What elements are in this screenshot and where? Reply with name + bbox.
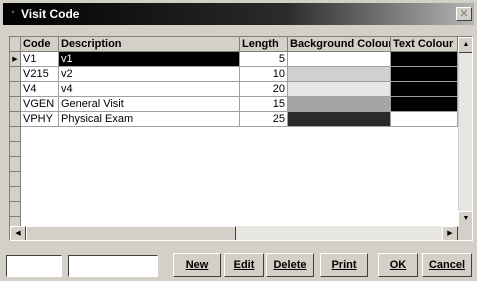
input-field-1[interactable] bbox=[6, 255, 62, 277]
cell-text-colour[interactable] bbox=[391, 82, 458, 97]
row-indicator[interactable] bbox=[10, 187, 21, 202]
col-header-code[interactable]: Code bbox=[21, 37, 59, 52]
cancel-button[interactable]: Cancel bbox=[422, 253, 472, 277]
cell-description[interactable]: Physical Exam bbox=[59, 112, 240, 127]
col-header-text-colour[interactable]: Text Colour bbox=[391, 37, 458, 52]
table-row[interactable]: VGEN General Visit 15 bbox=[10, 97, 458, 112]
table-row[interactable]: ▶ V1 v1 5 bbox=[10, 52, 458, 67]
cell-length[interactable]: 5 bbox=[240, 52, 288, 67]
ok-button[interactable]: OK bbox=[378, 253, 418, 277]
right-arrow-icon: ▶ bbox=[447, 230, 453, 237]
grid-header: Code Description Length Background Colou… bbox=[10, 37, 458, 52]
cell-text-colour[interactable] bbox=[391, 52, 458, 67]
cell-code[interactable]: VPHY bbox=[21, 112, 59, 127]
table-row[interactable]: VPHY Physical Exam 25 bbox=[10, 112, 458, 127]
cell-code[interactable]: VGEN bbox=[21, 97, 59, 112]
row-indicator[interactable] bbox=[10, 202, 21, 217]
cell-description[interactable]: v4 bbox=[59, 82, 240, 97]
horizontal-scrollbar[interactable]: ◀ ▶ bbox=[10, 226, 458, 240]
cell-length[interactable]: 25 bbox=[240, 112, 288, 127]
cell-length[interactable]: 10 bbox=[240, 67, 288, 82]
cell-background-colour[interactable] bbox=[288, 112, 391, 127]
empty-row[interactable] bbox=[10, 202, 458, 217]
cell-text-colour[interactable] bbox=[391, 97, 458, 112]
table-row[interactable]: V4 v4 20 bbox=[10, 82, 458, 97]
col-header-length[interactable]: Length bbox=[240, 37, 288, 52]
row-indicator[interactable] bbox=[10, 172, 21, 187]
input-field-2[interactable] bbox=[68, 255, 158, 277]
delete-button[interactable]: Delete bbox=[266, 253, 314, 277]
cell-description[interactable]: General Visit bbox=[59, 97, 240, 112]
close-icon: ✕ bbox=[459, 8, 469, 20]
close-button[interactable]: ✕ bbox=[456, 7, 472, 21]
cell-text-colour[interactable] bbox=[391, 67, 458, 82]
row-indicator[interactable] bbox=[10, 82, 21, 97]
up-arrow-icon: ▲ bbox=[462, 41, 470, 48]
empty-row[interactable] bbox=[10, 187, 458, 202]
print-button[interactable]: Print bbox=[320, 253, 368, 277]
cell-code[interactable]: V1 bbox=[21, 52, 59, 67]
cell-description[interactable]: v2 bbox=[59, 67, 240, 82]
visit-code-grid[interactable]: Code Description Length Background Colou… bbox=[9, 36, 473, 241]
table-row[interactable]: V215 v2 10 bbox=[10, 67, 458, 82]
scroll-corner bbox=[458, 226, 472, 240]
header-indicator bbox=[10, 37, 21, 52]
cell-code[interactable]: V4 bbox=[21, 82, 59, 97]
row-indicator[interactable]: ▶ bbox=[10, 52, 21, 67]
row-indicator[interactable] bbox=[10, 97, 21, 112]
row-indicator[interactable] bbox=[10, 157, 21, 172]
title-bar: ◦ Visit Code ✕ bbox=[3, 3, 474, 25]
row-indicator[interactable] bbox=[10, 67, 21, 82]
window-title: Visit Code bbox=[21, 7, 80, 21]
col-header-background-colour[interactable]: Background Colour bbox=[288, 37, 391, 52]
cell-background-colour[interactable] bbox=[288, 97, 391, 112]
cell-code[interactable]: V215 bbox=[21, 67, 59, 82]
row-indicator[interactable] bbox=[10, 112, 21, 127]
empty-row[interactable] bbox=[10, 127, 458, 142]
cell-length[interactable]: 20 bbox=[240, 82, 288, 97]
scroll-left-button[interactable]: ◀ bbox=[10, 226, 26, 240]
new-button[interactable]: New bbox=[173, 253, 221, 277]
vertical-scrollbar[interactable]: ▲ ▼ bbox=[458, 37, 472, 227]
empty-row[interactable] bbox=[10, 157, 458, 172]
down-arrow-icon: ▼ bbox=[462, 215, 470, 222]
cell-description[interactable]: v1 bbox=[59, 52, 240, 67]
edit-button[interactable]: Edit bbox=[224, 253, 264, 277]
row-indicator[interactable] bbox=[10, 127, 21, 142]
scroll-down-button[interactable]: ▼ bbox=[458, 211, 472, 227]
left-arrow-icon: ◀ bbox=[15, 230, 21, 237]
empty-row[interactable] bbox=[10, 142, 458, 157]
scroll-up-button[interactable]: ▲ bbox=[458, 37, 472, 53]
cell-background-colour[interactable] bbox=[288, 67, 391, 82]
scroll-thumb[interactable] bbox=[26, 226, 236, 240]
visit-code-dialog: ◦ Visit Code ✕ Code Description Length B… bbox=[0, 0, 477, 281]
scroll-right-button[interactable]: ▶ bbox=[442, 226, 458, 240]
cell-length[interactable]: 15 bbox=[240, 97, 288, 112]
window-icon: ◦ bbox=[11, 7, 15, 18]
cell-text-colour[interactable] bbox=[391, 112, 458, 127]
cell-background-colour[interactable] bbox=[288, 82, 391, 97]
cell-background-colour[interactable] bbox=[288, 52, 391, 67]
empty-row[interactable] bbox=[10, 172, 458, 187]
row-indicator[interactable] bbox=[10, 142, 21, 157]
col-header-description[interactable]: Description bbox=[59, 37, 240, 52]
